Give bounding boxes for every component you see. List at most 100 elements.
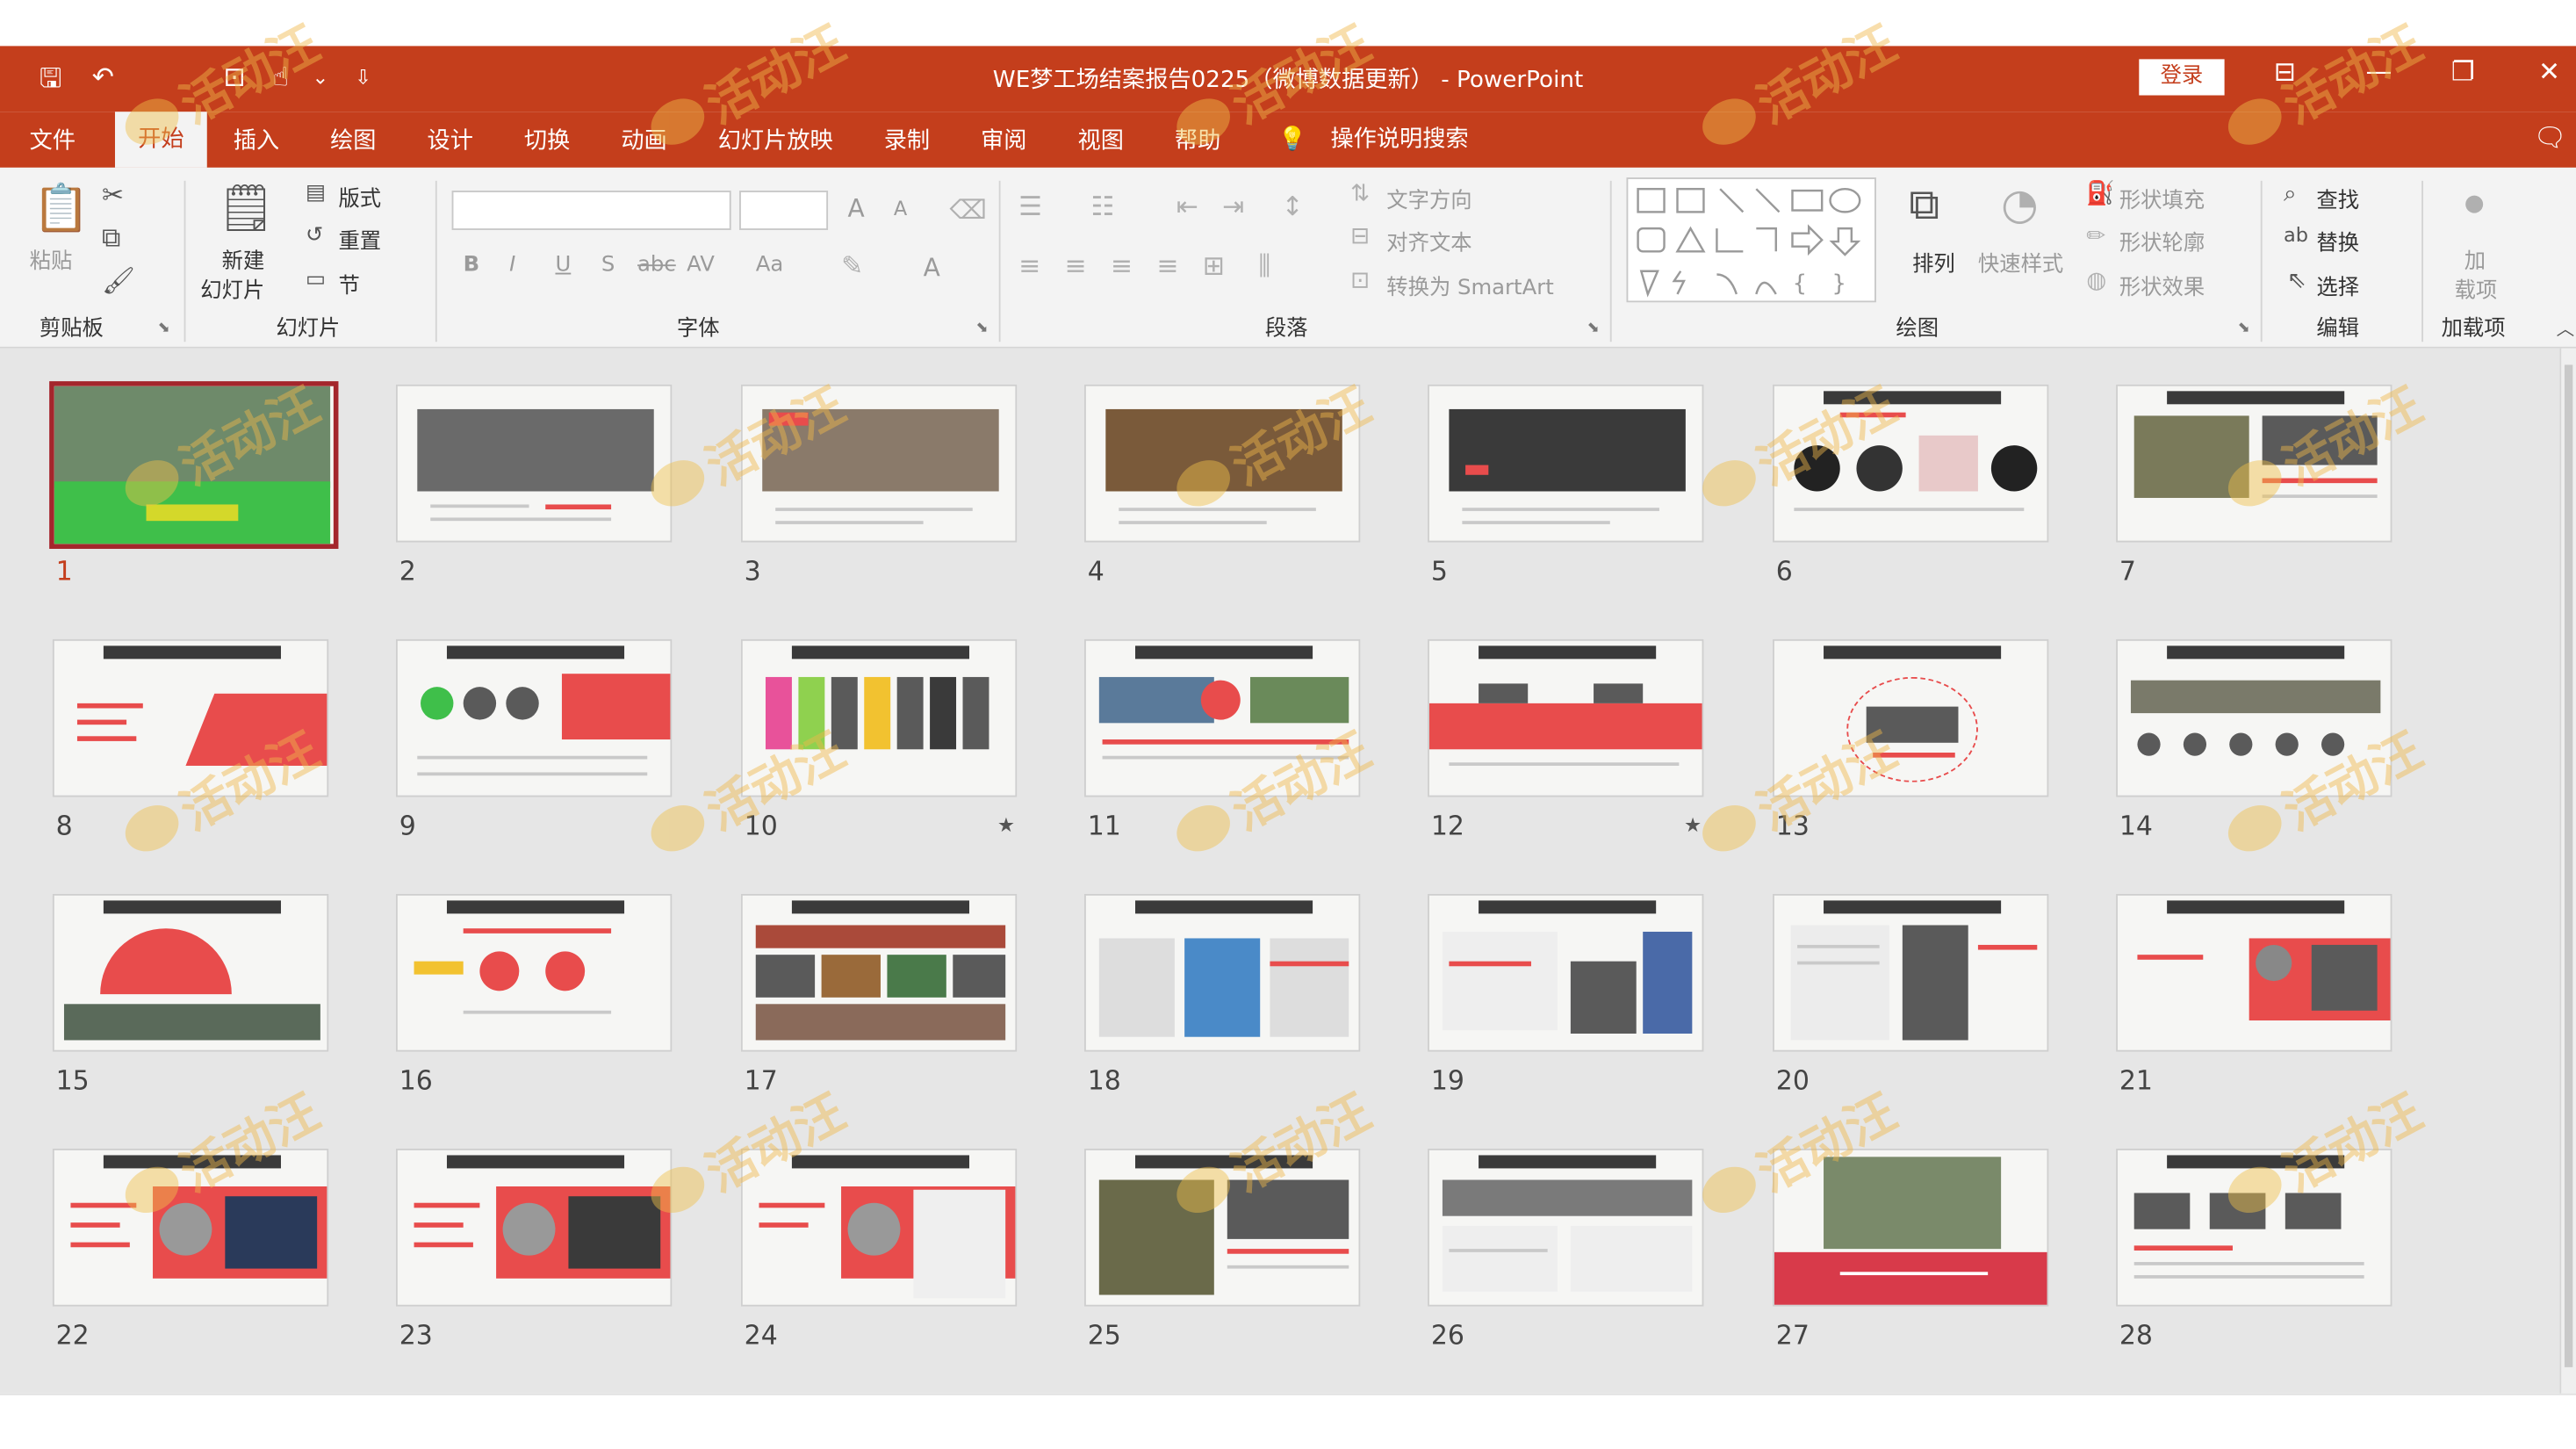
clipboard-launcher-icon[interactable]: ⬊ — [158, 321, 170, 337]
tab-animations[interactable]: 动画 — [621, 123, 666, 155]
copy-icon[interactable]: ⧉ — [102, 222, 120, 255]
arrange-button[interactable]: 排列 — [1912, 247, 1955, 278]
tab-file[interactable]: 文件 — [30, 123, 76, 155]
comment-icon[interactable]: 🗨 — [2533, 121, 2566, 153]
slide-thumbnail[interactable] — [1083, 384, 1361, 543]
shapes-gallery[interactable]: { } — [1626, 177, 1876, 303]
tab-insert[interactable]: 插入 — [234, 123, 279, 155]
char-spacing-button[interactable]: AV — [687, 253, 715, 278]
font-color-button[interactable]: A — [924, 253, 940, 283]
slide-thumbnail[interactable] — [740, 638, 1018, 797]
align-text-button[interactable]: 对齐文本 — [1386, 225, 1471, 256]
tab-home[interactable]: 开始 — [114, 112, 207, 168]
layout-button[interactable]: 版式 — [338, 181, 381, 212]
slide-thumbnail[interactable] — [395, 638, 673, 797]
justify-icon[interactable]: ≡ — [1156, 249, 1178, 281]
italic-button[interactable]: I — [509, 253, 515, 278]
align-center-icon[interactable]: ≡ — [1065, 249, 1087, 281]
paste-button[interactable]: 粘贴 — [30, 243, 73, 274]
scrollbar-thumb[interactable] — [2564, 364, 2573, 1367]
new-slide-icon[interactable]: 🗒 — [217, 181, 276, 235]
collapse-ribbon-icon[interactable]: ︿ — [2557, 315, 2575, 342]
tab-record[interactable]: 录制 — [884, 123, 930, 155]
bullets-icon[interactable]: ☰ — [1018, 191, 1042, 222]
slide-thumbnail[interactable] — [49, 381, 339, 549]
tell-me-search[interactable]: 💡 操作说明搜索 — [1278, 121, 1469, 154]
font-launcher-icon[interactable]: ⬊ — [975, 321, 988, 337]
tab-slideshow[interactable]: 幻灯片放映 — [718, 123, 833, 155]
clear-format-icon[interactable]: ⌫ — [950, 194, 987, 226]
slide-thumbnail[interactable] — [1428, 893, 1704, 1052]
slide-thumbnail[interactable] — [1773, 384, 2049, 543]
change-case-button[interactable]: Aa — [756, 253, 784, 278]
paragraph-launcher-icon[interactable]: ⬊ — [1587, 321, 1600, 337]
new-slide-label-1[interactable]: 新建 — [222, 243, 265, 274]
restore-button[interactable]: ❐ — [2451, 56, 2475, 88]
tab-transitions[interactable]: 切换 — [524, 123, 570, 155]
line-spacing-icon[interactable]: ↕ — [1282, 191, 1304, 222]
highlight-icon[interactable]: ✎ — [841, 249, 863, 281]
find-button[interactable]: 查找 — [2316, 183, 2359, 213]
shape-fill-button[interactable]: 形状填充 — [2119, 183, 2205, 213]
columns-icon[interactable]: ⫼ — [1258, 249, 1270, 282]
tab-help[interactable]: 帮助 — [1175, 123, 1220, 155]
bold-button[interactable]: B — [464, 253, 480, 278]
decrease-indent-icon[interactable]: ⇤ — [1176, 191, 1198, 222]
minimize-button[interactable]: — — [2366, 56, 2393, 88]
slide-thumbnail[interactable] — [395, 893, 673, 1052]
slide-thumbnail[interactable] — [2116, 893, 2393, 1052]
addin-label-2[interactable]: 载项 — [2455, 273, 2498, 304]
slide-thumbnail[interactable] — [1083, 638, 1361, 797]
tab-design[interactable]: 设计 — [428, 123, 473, 155]
tab-view[interactable]: 视图 — [1078, 123, 1124, 155]
slide-thumbnail[interactable] — [52, 1148, 329, 1307]
slide-thumbnail[interactable] — [2116, 384, 2393, 543]
section-button[interactable]: 节 — [338, 268, 359, 299]
slide-thumbnail[interactable] — [1773, 893, 2049, 1052]
select-button[interactable]: 选择 — [2316, 270, 2359, 300]
font-name-input[interactable] — [451, 191, 731, 230]
grow-font-button[interactable]: A — [848, 194, 865, 224]
slide-thumbnail[interactable] — [740, 384, 1018, 543]
ribbon-display-icon[interactable]: ⊟ — [2274, 56, 2296, 88]
slide-thumbnail[interactable] — [1083, 1148, 1361, 1307]
drawing-launcher-icon[interactable]: ⬊ — [2238, 321, 2250, 337]
tab-draw[interactable]: 绘图 — [330, 123, 376, 155]
shape-effects-button[interactable]: 形状效果 — [2119, 270, 2205, 300]
quick-styles-icon[interactable]: ◔ — [2001, 181, 2038, 230]
replace-button[interactable]: 替换 — [2316, 225, 2359, 256]
cut-icon[interactable]: ✂ — [102, 179, 124, 211]
slide-thumbnail[interactable] — [740, 893, 1018, 1052]
quick-styles-button[interactable]: 快速样式 — [1978, 247, 2063, 278]
distributed-icon[interactable]: ⊞ — [1203, 249, 1225, 281]
shape-outline-button[interactable]: 形状轮廓 — [2119, 225, 2205, 256]
slide-thumbnail[interactable] — [1428, 1148, 1704, 1307]
slide-thumbnail[interactable] — [1773, 1148, 2049, 1307]
font-size-input[interactable] — [739, 191, 829, 230]
addin-label-1[interactable]: 加 — [2464, 243, 2486, 274]
strikethrough-button[interactable]: abc — [637, 253, 676, 278]
new-slide-label-2[interactable]: 幻灯片 — [200, 273, 264, 304]
slide-thumbnail[interactable] — [1773, 638, 2049, 797]
slide-thumbnail[interactable] — [395, 384, 673, 543]
slide-thumbnail[interactable] — [1083, 893, 1361, 1052]
underline-button[interactable]: U — [555, 253, 571, 278]
format-painter-icon[interactable]: 🖌 — [102, 264, 135, 296]
numbering-icon[interactable]: ☷ — [1090, 191, 1114, 222]
align-right-icon[interactable]: ≡ — [1111, 249, 1133, 281]
reset-button[interactable]: 重置 — [338, 223, 381, 255]
arrange-icon[interactable]: ⧉ — [1909, 181, 1939, 232]
tab-review[interactable]: 审阅 — [981, 123, 1026, 155]
slide-thumbnail[interactable] — [1428, 384, 1704, 543]
slide-thumbnail[interactable] — [2116, 638, 2393, 797]
shadow-button[interactable]: S — [601, 253, 615, 278]
slide-thumbnail[interactable] — [52, 638, 329, 797]
slide-thumbnail[interactable] — [1428, 638, 1704, 797]
increase-indent-icon[interactable]: ⇥ — [1222, 191, 1244, 222]
login-button[interactable]: 登录 — [2139, 59, 2225, 96]
convert-smartart-button[interactable]: 转换为 SmartArt — [1386, 270, 1553, 300]
paste-icon[interactable]: 📋 — [32, 181, 90, 235]
slide-thumbnail[interactable] — [2116, 1148, 2393, 1307]
vertical-scrollbar[interactable] — [2559, 348, 2576, 1394]
slide-thumbnail[interactable] — [740, 1148, 1018, 1307]
